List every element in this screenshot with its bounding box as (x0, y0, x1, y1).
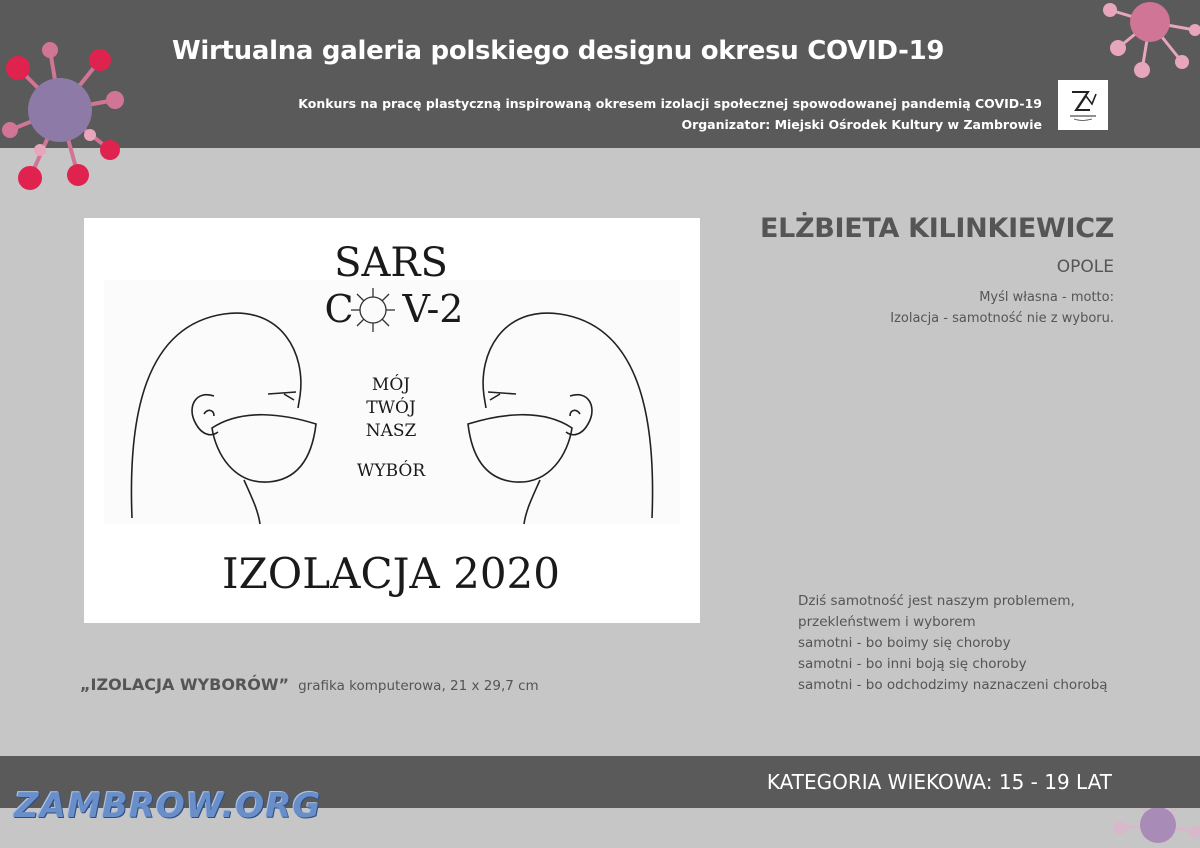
motto-line: Myśl własna - motto: (979, 290, 1114, 305)
poem-line: Dziś samotność jest naszym problemem, (798, 593, 1075, 609)
virus-decoration-top-left-icon (2, 42, 124, 190)
virus-decoration-top-right-icon (1103, 2, 1200, 78)
artwork-text-nasz: NASZ (366, 421, 417, 441)
artwork-caption: „IZOLACJA WYBORÓW” grafika komputerowa, … (80, 675, 539, 694)
artwork-text-v2: V-2 (402, 287, 464, 331)
artwork-text-izolacja: IZOLACJA 2020 (222, 549, 560, 598)
subtitle-contest: Konkurs na pracę plastyczną inspirowaną … (298, 96, 1042, 111)
artwork-text-twoj: TWÓJ (366, 397, 416, 418)
subtitle-organizer: Organizator: Miejski Ośrodek Kultury w Z… (681, 117, 1042, 132)
site-watermark: ZAMBROW.ORG (14, 786, 322, 826)
artwork-image: SARS C V-2 MÓJ TWÓJ NASZ WYBÓR IZOLACJA … (84, 218, 700, 623)
motto-line: Izolacja - samotność nie z wyboru. (890, 311, 1114, 326)
page-title: Wirtualna galeria polskiego designu okre… (172, 36, 945, 66)
poem-line: przekleństwem i wyborem (798, 614, 976, 630)
header-band: Wirtualna galeria polskiego designu okre… (0, 0, 1200, 148)
artwork-text-sars: SARS (334, 240, 448, 286)
poem-line: samotni - bo boimy się choroby (798, 635, 1011, 651)
artwork-text-moj: MÓJ (372, 374, 410, 395)
artwork-description: grafika komputerowa, 21 x 29,7 cm (298, 678, 539, 694)
artwork-title: „IZOLACJA WYBORÓW” (80, 675, 290, 694)
header-subtitle: Konkurs na pracę plastyczną inspirowaną … (298, 93, 1042, 135)
poem-line: samotni - bo inni boją się choroby (798, 656, 1027, 672)
poem-line: samotni - bo odchodzimy naznaczeni choro… (798, 677, 1108, 693)
artwork-text-wybor: WYBÓR (357, 460, 426, 481)
author-name: ELŻBIETA KILINKIEWICZ (759, 213, 1114, 244)
age-category: KATEGORIA WIEKOWA: 15 - 19 LAT (766, 770, 1112, 794)
poem-text: Dziś samotność jest naszym problemem, pr… (798, 591, 1108, 696)
artwork-text-c: C (324, 287, 353, 331)
author-city: OPOLE (1056, 257, 1114, 277)
author-motto: Myśl własna - motto: Izolacja - samotnoś… (890, 287, 1114, 329)
